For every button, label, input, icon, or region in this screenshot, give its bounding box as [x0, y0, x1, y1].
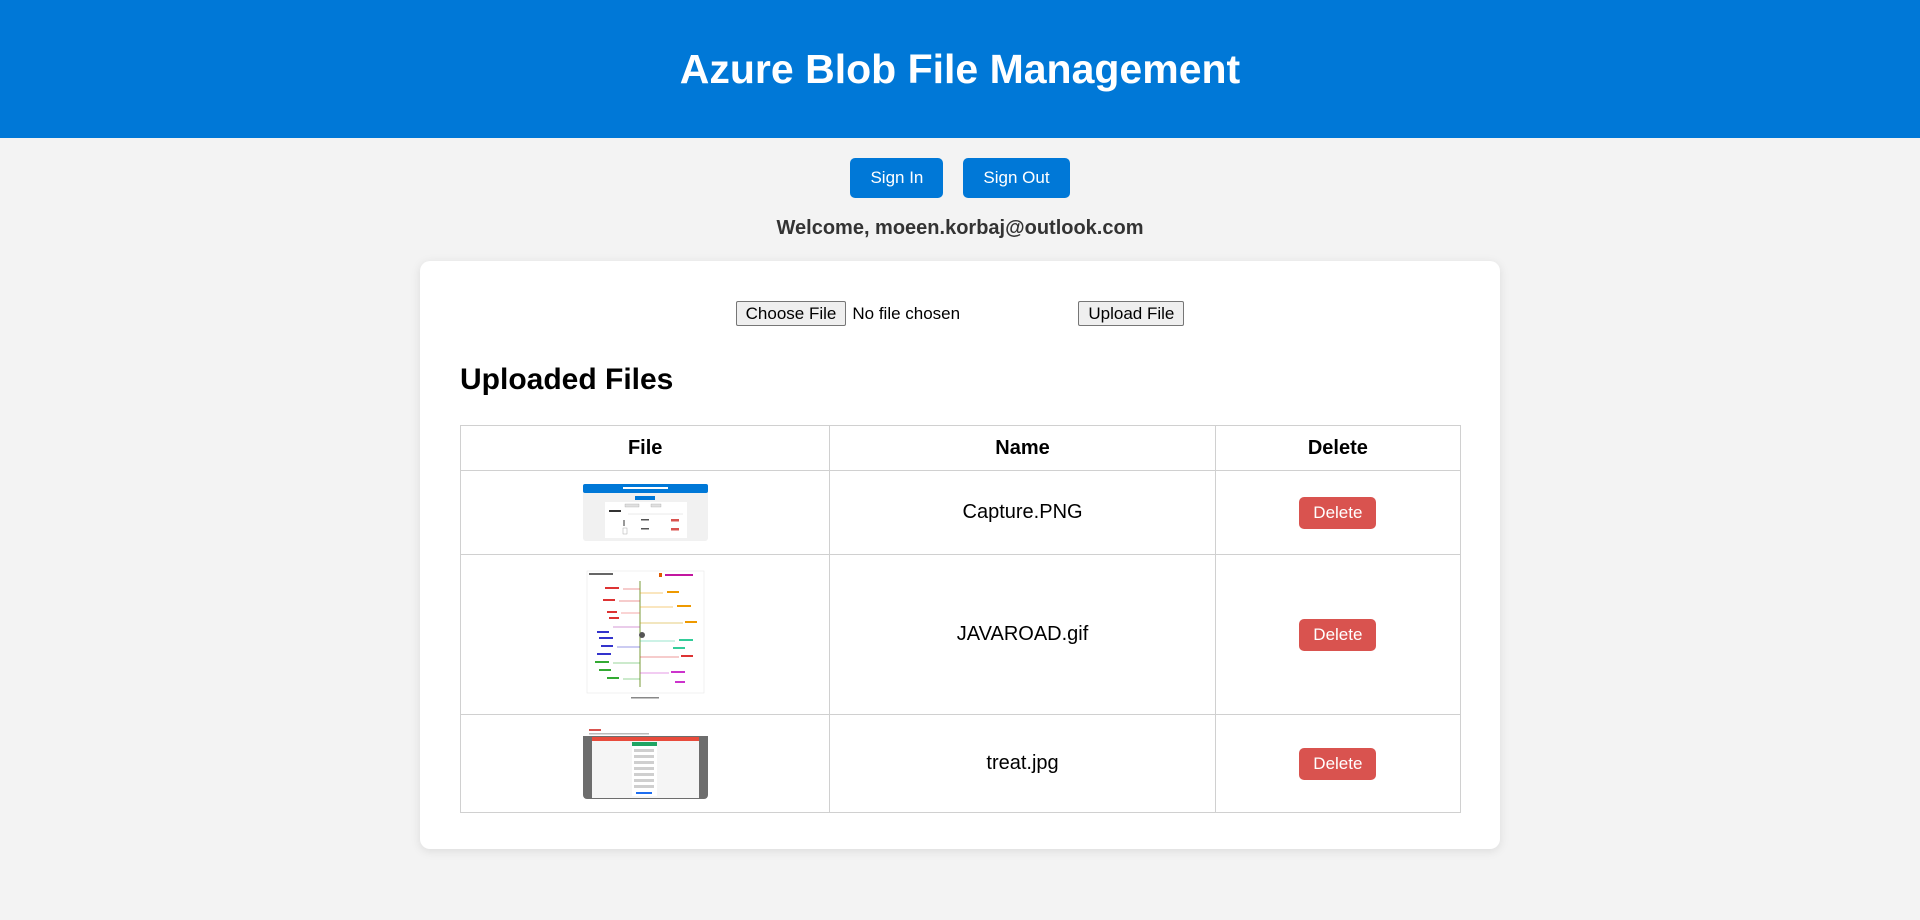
upload-file-button[interactable]: Upload File: [1078, 301, 1185, 326]
column-header-delete: Delete: [1214, 425, 1462, 471]
file-name-cell: treat.jpg: [829, 714, 1216, 813]
upload-form: Choose File No file chosen Upload File: [420, 301, 1500, 326]
column-header-file: File: [459, 425, 831, 471]
table-header-row: File Name Delete: [459, 425, 1462, 471]
capture-thumbnail-image[interactable]: [582, 484, 708, 541]
file-status-text: No file chosen: [852, 303, 961, 323]
column-header-name: Name: [829, 425, 1216, 471]
delete-button[interactable]: Delete: [1299, 618, 1377, 651]
choose-file-button[interactable]: Choose File: [735, 301, 847, 326]
sign-in-button[interactable]: Sign In: [850, 158, 944, 198]
files-card: Choose File No file chosen Upload File U…: [420, 261, 1500, 849]
sign-out-button[interactable]: Sign Out: [963, 158, 1070, 198]
file-thumbnail-cell: [459, 714, 831, 813]
welcome-message: Welcome, moeen.korbaj@outlook.com: [776, 217, 1144, 239]
delete-cell: Delete: [1214, 470, 1462, 555]
file-thumbnail-cell: [459, 470, 831, 555]
file-name-cell: JAVAROAD.gif: [829, 554, 1216, 715]
table-row: JAVAROAD.gif Delete: [459, 554, 1462, 715]
table-row: treat.jpg Delete: [459, 714, 1462, 813]
files-table: File Name Delete Capture.PNG Delete JAVA…: [459, 425, 1462, 813]
delete-button[interactable]: Delete: [1299, 747, 1377, 780]
auth-buttons: Sign In Sign Out: [0, 158, 1920, 198]
file-thumbnail-cell: [459, 554, 831, 715]
delete-cell: Delete: [1214, 714, 1462, 813]
app-header: Azure Blob File Management: [0, 0, 1920, 138]
page-title: Azure Blob File Management: [679, 45, 1241, 92]
uploaded-files-heading: Uploaded Files: [460, 363, 674, 396]
delete-button[interactable]: Delete: [1299, 496, 1377, 529]
delete-cell: Delete: [1214, 554, 1462, 715]
file-name-cell: Capture.PNG: [829, 470, 1216, 555]
javaroad-thumbnail-image[interactable]: [582, 567, 708, 702]
treat-thumbnail-image[interactable]: [582, 728, 708, 799]
table-row: Capture.PNG Delete: [459, 470, 1462, 555]
